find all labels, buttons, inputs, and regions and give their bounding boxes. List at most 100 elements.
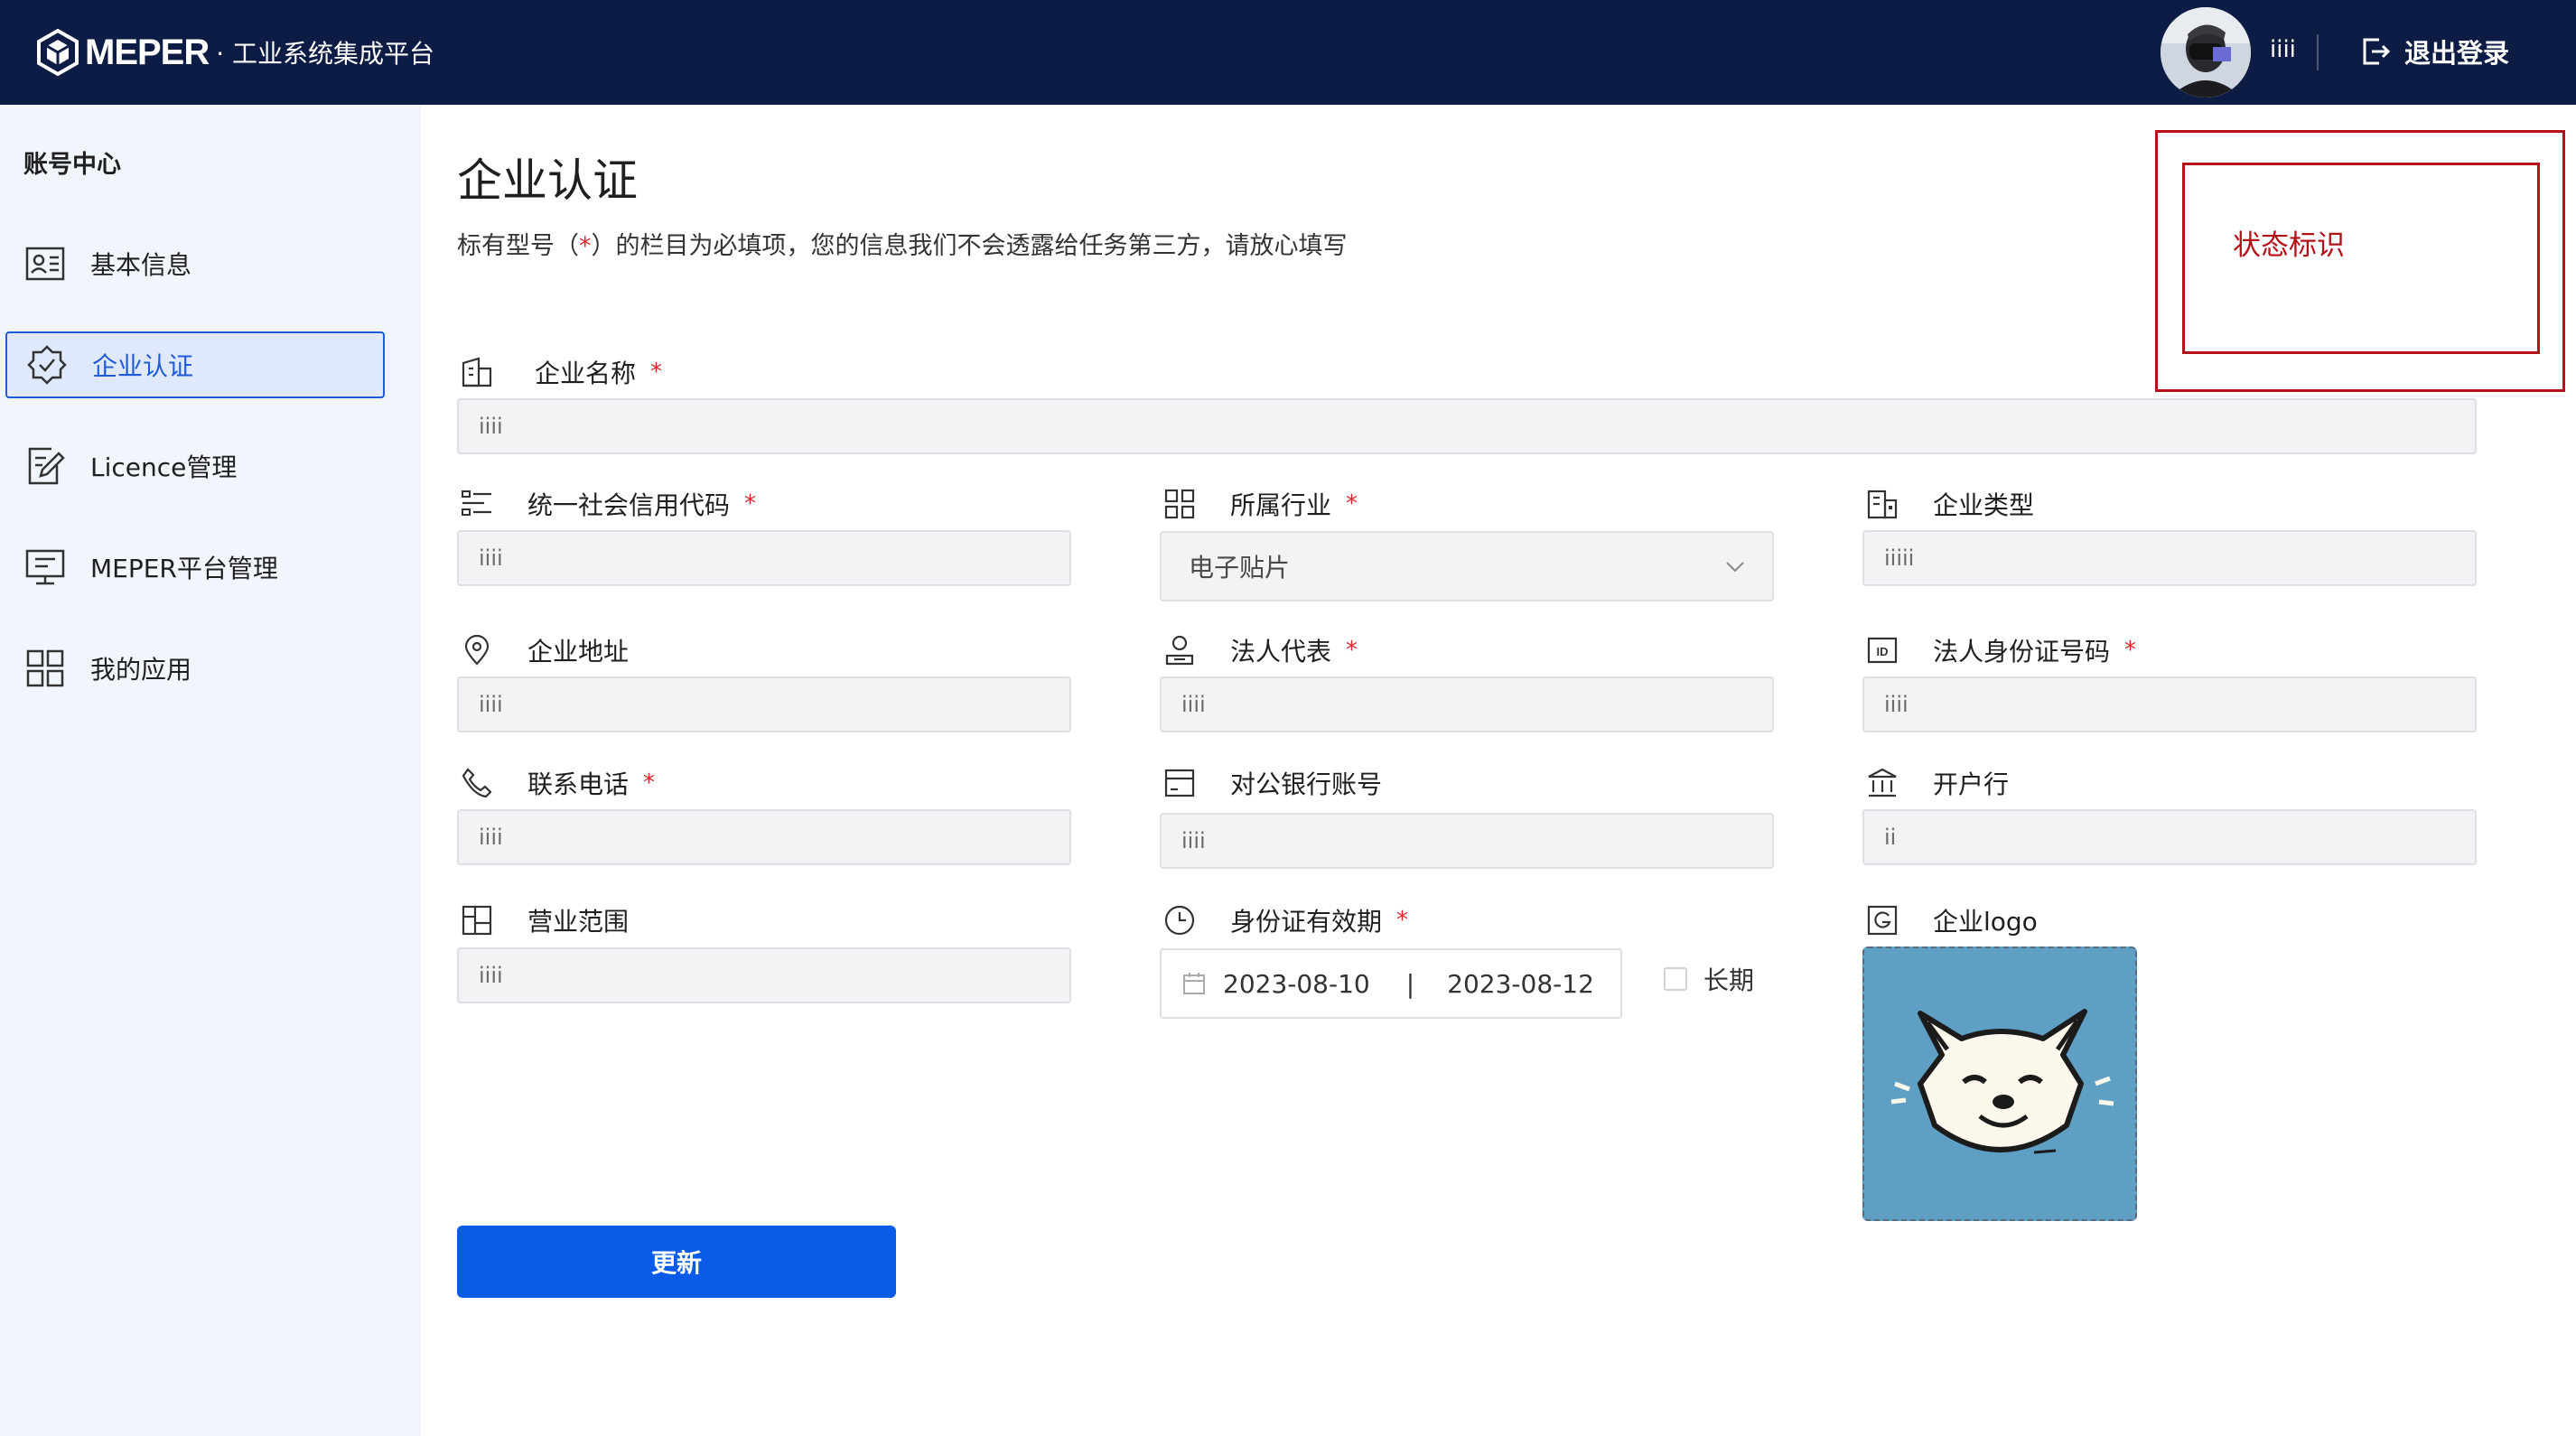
sidebar-item-label: 企业认证 [92,351,194,381]
field-label: 企业名称 [535,359,637,388]
building-icon [459,354,495,390]
required-star: * [650,359,663,386]
bank-label: 开户行 [1864,765,2009,801]
office-building-icon [1864,486,1900,522]
bank-icon [1864,765,1900,801]
person-icon [1162,632,1198,668]
company-name-label: 企业名称 * [459,354,662,390]
company-type-input[interactable]: iiiii [1862,530,2477,586]
bank-account-input[interactable]: iiii [1160,813,1774,869]
field-label: 身份证有效期 [1230,907,1383,937]
required-star: * [2124,637,2137,664]
checkbox-box[interactable] [1664,967,1687,991]
apps-grid-icon [23,647,67,690]
calendar-icon [1183,973,1205,994]
sidebar-item-basic-info[interactable]: 基本信息 [5,230,385,297]
sidebar-item-label: MEPER平台管理 [90,554,278,583]
required-star: * [1346,637,1358,664]
header-divider [2317,34,2319,70]
field-label: 企业地址 [527,637,630,667]
platform-subtitle: · 工业系统集成平台 [216,39,435,69]
phone-label: 联系电话 * [459,765,655,801]
phone-input[interactable]: iiii [457,809,1071,865]
scope-label: 营业范围 [459,902,629,938]
phone-icon [459,765,495,801]
id-validity-label: 身份证有效期 * [1162,902,1408,938]
sidebar-item-label: Licence管理 [90,452,238,482]
field-label: 对公银行账号 [1230,769,1383,799]
end-date[interactable]: 2023-08-12 [1447,969,1594,999]
field-label: 所属行业 [1230,490,1332,520]
update-button[interactable]: 更新 [457,1226,896,1298]
legal-rep-input[interactable]: iiii [1160,676,1774,732]
field-label: 开户行 [1933,769,2010,799]
sidebar-item-enterprise-auth[interactable]: 企业认证 [5,331,385,398]
start-date[interactable]: 2023-08-10 [1223,969,1370,999]
location-pin-icon [459,632,495,668]
credit-code-label: 统一社会信用代码 * [459,486,756,522]
clock-icon [1162,902,1198,938]
id-badge-icon: ID [1864,632,1900,668]
required-star: * [1396,907,1409,934]
sidebar-title: 账号中心 [23,151,121,179]
legal-id-input[interactable]: iiii [1862,676,2477,732]
user-avatar-image [2161,7,2251,98]
cube-logo-icon [37,29,79,76]
id-validity-date-range[interactable]: 2023-08-10 | 2023-08-12 [1160,948,1622,1019]
legal-id-label: ID 法人身份证号码 * [1864,632,2136,668]
page-title: 企业认证 [457,154,638,207]
long-term-label: 长期 [1703,965,1755,995]
field-label: 企业类型 [1933,490,2035,520]
legal-rep-label: 法人代表 * [1162,632,1358,668]
app-logo[interactable]: MEPER · 工业系统集成平台 [36,25,434,79]
required-star: * [1346,490,1358,518]
badge-check-icon [25,343,69,387]
bank-account-label: 对公银行账号 [1162,765,1382,801]
logo-label: 企业logo [1864,902,2038,938]
status-annotation-label: 状态标识 [2233,229,2345,262]
required-notice: 标有型号（*）的栏目为必填项，您的信息我们不会透露给任务第三方，请放心填写 [457,226,1348,261]
logout-label: 退出登录 [2404,38,2510,69]
notice-text-post: ）的栏目为必填项，您的信息我们不会透露给任务第三方，请放心填写 [591,232,1348,260]
avatar[interactable] [2161,7,2251,98]
bank-input[interactable]: ii [1862,809,2477,865]
id-card-icon [23,242,67,285]
industry-selected-value: 电子贴片 [1189,553,1291,583]
monitor-icon [23,545,67,589]
company-name-input[interactable]: iiii [457,398,2477,454]
field-label: 法人代表 [1230,637,1332,667]
notice-text-pre: 标有型号（ [457,232,579,260]
long-term-checkbox[interactable]: 长期 [1664,961,1754,997]
address-input[interactable]: iiii [457,676,1071,732]
sidebar-item-licence[interactable]: Licence管理 [5,433,385,499]
field-label: 统一社会信用代码 [527,490,731,520]
logout-icon [2363,38,2391,65]
field-label: 法人身份证号码 [1933,637,2111,667]
credit-code-input[interactable]: iiii [457,530,1071,586]
g-logo-icon [1864,902,1900,938]
industry-label: 所属行业 * [1162,486,1358,522]
required-star: * [744,490,757,518]
username[interactable]: iiii [2270,36,2296,63]
top-navigation-bar: MEPER · 工业系统集成平台 iiii 退出登录 [0,0,2576,105]
required-star: * [643,769,656,797]
brand-name: MEPER [85,32,210,72]
list-code-icon [459,486,495,522]
field-label: 联系电话 [527,769,630,799]
sidebar-item-my-apps[interactable]: 我的应用 [5,635,385,702]
layout-book-icon [459,902,495,938]
scope-input[interactable]: iiii [457,947,1071,1003]
company-type-label: 企业类型 [1864,486,2034,522]
notice-required-star: * [579,232,592,260]
sidebar-item-platform-admin[interactable]: MEPER平台管理 [5,534,385,601]
industry-select[interactable]: 电子贴片 [1160,531,1774,601]
bank-card-icon [1162,765,1198,801]
chevron-down-icon [1726,562,1744,573]
company-logo-upload[interactable] [1862,946,2137,1221]
svg-text:ID: ID [1877,645,1889,658]
sidebar: 账号中心 [0,105,421,1436]
date-separator: | [1405,968,1415,999]
sidebar-item-label: 基本信息 [90,250,192,280]
company-logo-image [1864,948,2135,1219]
logout-button[interactable]: 退出登录 [2361,33,2509,70]
